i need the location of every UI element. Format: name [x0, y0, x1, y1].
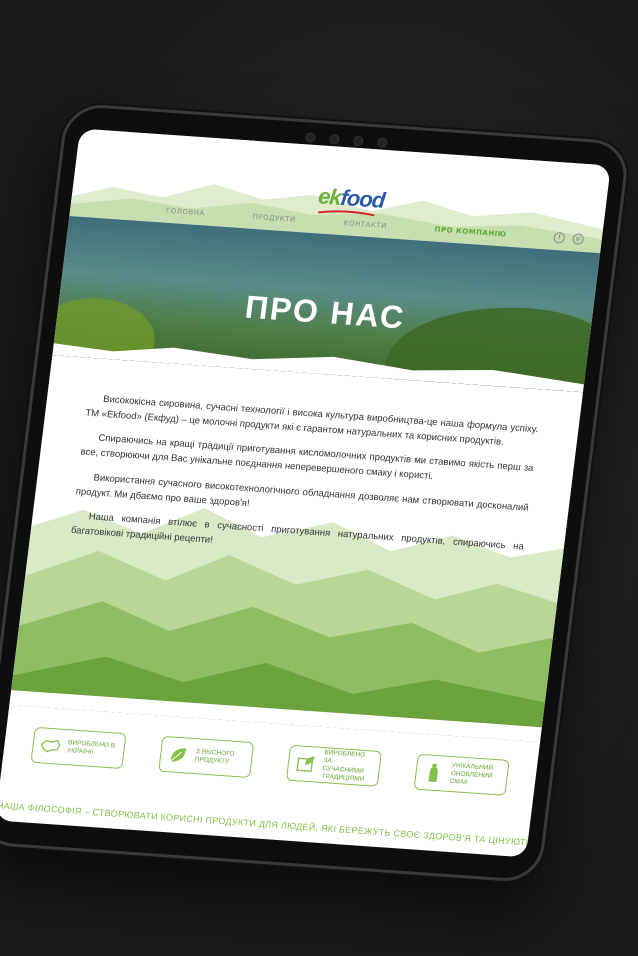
ukraine-map-icon	[40, 739, 61, 753]
about-content: Висококісна сировина, сучасні технології…	[69, 392, 539, 580]
social-links: f ◎	[553, 231, 585, 245]
facebook-icon[interactable]: f	[553, 231, 566, 244]
logo-text-food: food	[339, 184, 386, 213]
feature-unique-taste: Унікальний оновлений смак	[413, 753, 510, 796]
bottle-icon	[428, 763, 438, 783]
book-leaf-icon	[296, 756, 315, 772]
camera-dot	[328, 134, 340, 145]
tablet-screen: ekfood Головна Продукти Контакти Про ком…	[0, 128, 611, 858]
feature-label: Вироблено за сучасними традиціями	[321, 749, 366, 783]
feature-label: З якісного продукту	[194, 748, 235, 766]
feature-traditions: Вироблено за сучасними традиціями	[285, 744, 382, 787]
instagram-icon[interactable]: ◎	[572, 233, 585, 245]
camera-dot	[304, 132, 317, 143]
feature-made-in-ukraine: Вироблено в Україні!	[30, 726, 127, 770]
feature-quality-product: З якісного продукту	[158, 735, 255, 778]
feature-label: Унікальний оновлений смак	[449, 762, 494, 787]
tablet-device: ekfood Головна Продукти Контакти Про ком…	[0, 102, 631, 884]
camera-dot	[352, 135, 364, 147]
leaf-icon	[170, 748, 187, 762]
camera-dot	[376, 137, 388, 148]
feature-label: Вироблено в Україні!	[66, 739, 116, 756]
company-motto: Наша філософія – створювати корисні прод…	[0, 800, 611, 855]
